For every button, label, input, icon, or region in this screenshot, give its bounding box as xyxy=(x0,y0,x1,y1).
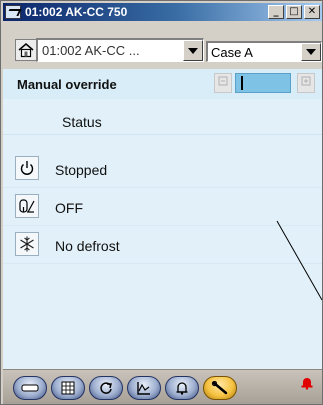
overview-button[interactable] xyxy=(13,376,47,400)
main-panel: Manual override Status Stopped OFF No de… xyxy=(3,69,322,369)
app-icon xyxy=(5,5,21,19)
minimize-button[interactable]: _ xyxy=(268,5,284,19)
app-window: 01:002 AK-CC 750 _ □ ✕ 01:002 AK-CC ... … xyxy=(0,0,323,405)
graph-button[interactable] xyxy=(127,376,161,400)
device-dropdown[interactable]: 01:002 AK-CC ... xyxy=(36,38,204,62)
refresh-button[interactable] xyxy=(89,376,123,400)
graph-icon xyxy=(137,382,150,395)
home-button[interactable] xyxy=(15,39,37,61)
case-dropdown[interactable]: Case A xyxy=(206,41,322,62)
title-bar[interactable]: 01:002 AK-CC 750 _ □ ✕ xyxy=(3,3,322,21)
diagonal-line xyxy=(276,220,322,301)
alarm-button[interactable] xyxy=(165,376,199,400)
home-icon xyxy=(18,43,34,58)
device-dropdown-value: 01:002 AK-CC ... xyxy=(42,43,140,58)
refresh-icon xyxy=(100,382,112,394)
chevron-down-icon[interactable] xyxy=(183,40,203,61)
maximize-button[interactable]: □ xyxy=(286,5,302,19)
case-dropdown-value: Case A xyxy=(211,44,253,60)
window-controls: _ □ ✕ xyxy=(268,5,320,19)
chevron-down-icon[interactable] xyxy=(301,43,321,61)
overview-icon xyxy=(21,384,39,392)
service-button[interactable] xyxy=(203,376,237,400)
table-icon xyxy=(61,381,75,395)
window-title: 01:002 AK-CC 750 xyxy=(25,5,128,19)
alarm-bell-icon xyxy=(176,382,188,395)
bottom-toolbar xyxy=(3,369,322,404)
wrench-icon xyxy=(211,381,228,395)
alarm-indicator-icon[interactable] xyxy=(300,376,314,390)
table-button[interactable] xyxy=(51,376,85,400)
device-selector-row: 01:002 AK-CC ... Case A xyxy=(3,23,322,67)
close-button[interactable]: ✕ xyxy=(304,5,320,19)
